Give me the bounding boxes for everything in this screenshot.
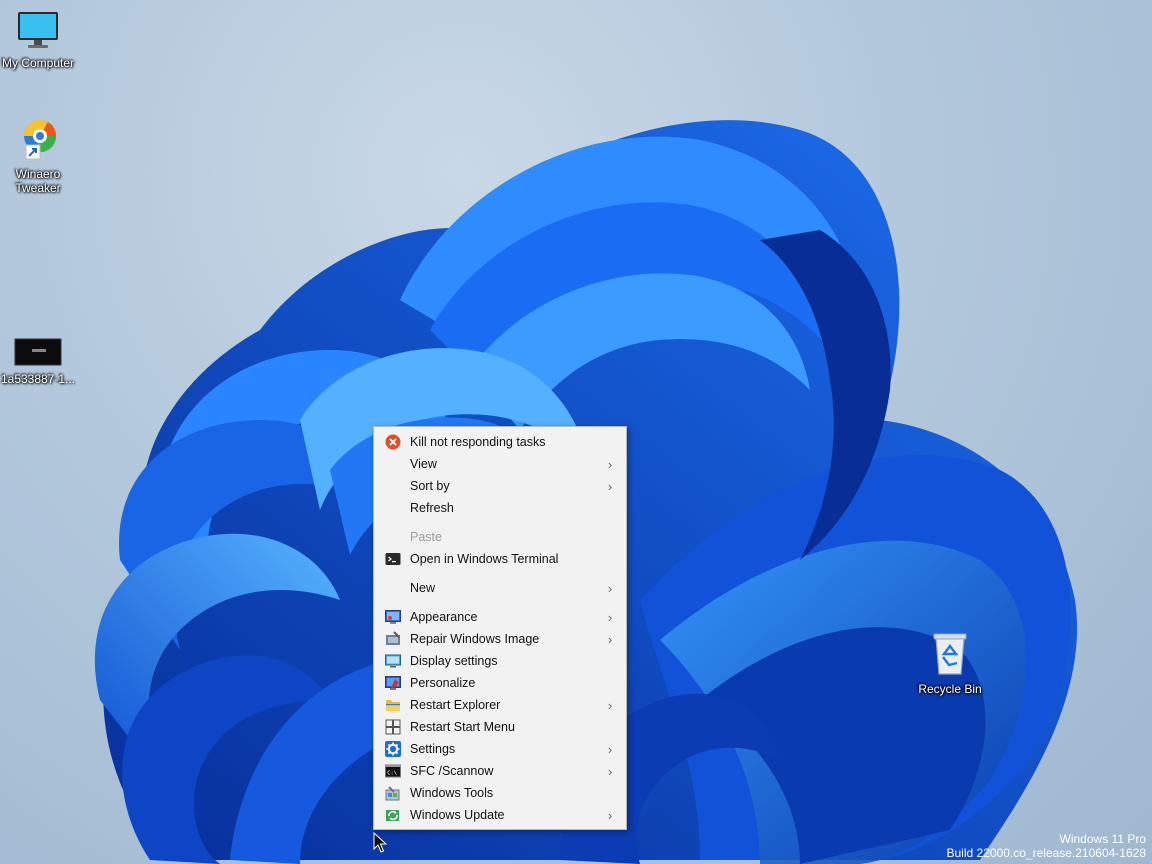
menu-item-windows-tools[interactable]: Windows Tools <box>376 782 624 804</box>
monitor-icon <box>0 10 76 53</box>
menu-item-label: Refresh <box>410 501 454 515</box>
menu-item-repair-windows-image[interactable]: Repair Windows Image › <box>376 628 624 650</box>
desktop-icon-image-file[interactable]: 1a533887-1... <box>0 338 76 386</box>
desktop-icon-label: My Computer <box>1 56 75 70</box>
os-edition-text: Windows 11 Pro <box>1059 832 1146 846</box>
menu-item-label: View <box>410 457 437 471</box>
desktop-icon-my-computer[interactable]: My Computer <box>0 10 76 70</box>
display-settings-icon <box>385 653 401 669</box>
menu-item-kill-not-responding-tasks[interactable]: Kill not responding tasks <box>376 431 624 453</box>
kill-task-icon <box>385 434 401 450</box>
chevron-right-icon: › <box>607 631 613 647</box>
appearance-icon <box>385 609 401 625</box>
menu-item-display-settings[interactable]: Display settings <box>376 650 624 672</box>
desktop-icon-recycle-bin[interactable]: Recycle Bin <box>912 630 988 696</box>
menu-item-restart-explorer[interactable]: Restart Explorer › <box>376 694 624 716</box>
mouse-cursor-icon <box>373 832 387 853</box>
menu-item-sort-by[interactable]: Sort by › <box>376 475 624 497</box>
svg-text:C:\: C:\ <box>387 771 397 777</box>
menu-item-personalize[interactable]: Personalize <box>376 672 624 694</box>
chevron-right-icon: › <box>607 697 613 713</box>
menu-item-label: Settings <box>410 742 456 756</box>
desktop-icon-label: Winaero Tweaker <box>15 167 61 195</box>
chevron-right-icon: › <box>607 807 613 823</box>
menu-item-label: Restart Explorer <box>410 698 501 712</box>
personalize-icon <box>385 675 401 691</box>
menu-item-appearance[interactable]: Appearance › <box>376 606 624 628</box>
gear-icon <box>385 741 401 757</box>
menu-item-label: Windows Tools <box>410 786 494 800</box>
menu-item-label: Restart Start Menu <box>410 720 515 734</box>
menu-item-open-in-windows-terminal[interactable]: Open in Windows Terminal <box>376 548 624 570</box>
menu-item-sfc-scannow[interactable]: C:\ SFC /Scannow › <box>376 760 624 782</box>
image-file-icon <box>0 338 76 369</box>
menu-item-label: Open in Windows Terminal <box>410 552 559 566</box>
desktop-context-menu: Kill not responding tasks View › Sort by… <box>373 426 627 830</box>
menu-item-settings[interactable]: Settings › <box>376 738 624 760</box>
menu-item-restart-start-menu[interactable]: Restart Start Menu <box>376 716 624 738</box>
desktop-icon-label: Recycle Bin <box>918 682 982 696</box>
menu-item-label: SFC /Scannow <box>410 764 494 778</box>
menu-item-label: Kill not responding tasks <box>410 435 546 449</box>
folder-icon <box>385 697 401 713</box>
repair-image-icon <box>385 631 401 647</box>
terminal-icon <box>385 551 401 567</box>
menu-item-label: Repair Windows Image <box>410 632 540 646</box>
windows-update-icon <box>385 807 401 823</box>
recycle-bin-icon <box>912 630 988 679</box>
menu-item-label: Paste <box>410 530 442 544</box>
menu-item-refresh[interactable]: Refresh <box>376 497 624 519</box>
os-build-text: Build 22000.co_release.210604-1628 <box>946 846 1147 860</box>
menu-item-label: New <box>410 581 436 595</box>
winaero-tweaker-icon <box>0 115 76 164</box>
menu-item-label: Sort by <box>410 479 450 493</box>
menu-item-windows-update[interactable]: Windows Update › <box>376 804 624 826</box>
menu-item-label: Personalize <box>410 676 476 690</box>
command-prompt-icon: C:\ <box>385 763 401 779</box>
menu-item-view[interactable]: View › <box>376 453 624 475</box>
chevron-right-icon: › <box>607 741 613 757</box>
menu-item-label: Appearance <box>410 610 478 624</box>
desktop-icon-label: 1a533887-1... <box>0 372 76 386</box>
chevron-right-icon: › <box>607 763 613 779</box>
chevron-right-icon: › <box>607 456 613 472</box>
menu-item-paste: Paste <box>376 526 624 548</box>
menu-item-label: Windows Update <box>410 808 505 822</box>
menu-item-label: Display settings <box>410 654 498 668</box>
desktop-icon-winaero-tweaker[interactable]: Winaero Tweaker <box>0 115 76 195</box>
menu-item-new[interactable]: New › <box>376 577 624 599</box>
chevron-right-icon: › <box>607 478 613 494</box>
chevron-right-icon: › <box>607 609 613 625</box>
desktop[interactable]: My Computer Winaero Tweaker 1a533887-1.. <box>0 0 1152 864</box>
start-menu-icon <box>385 719 401 735</box>
chevron-right-icon: › <box>607 580 613 596</box>
os-version-watermark: Windows 11 Pro Build 22000.co_release.21… <box>947 832 1147 860</box>
windows-tools-icon <box>385 785 401 801</box>
